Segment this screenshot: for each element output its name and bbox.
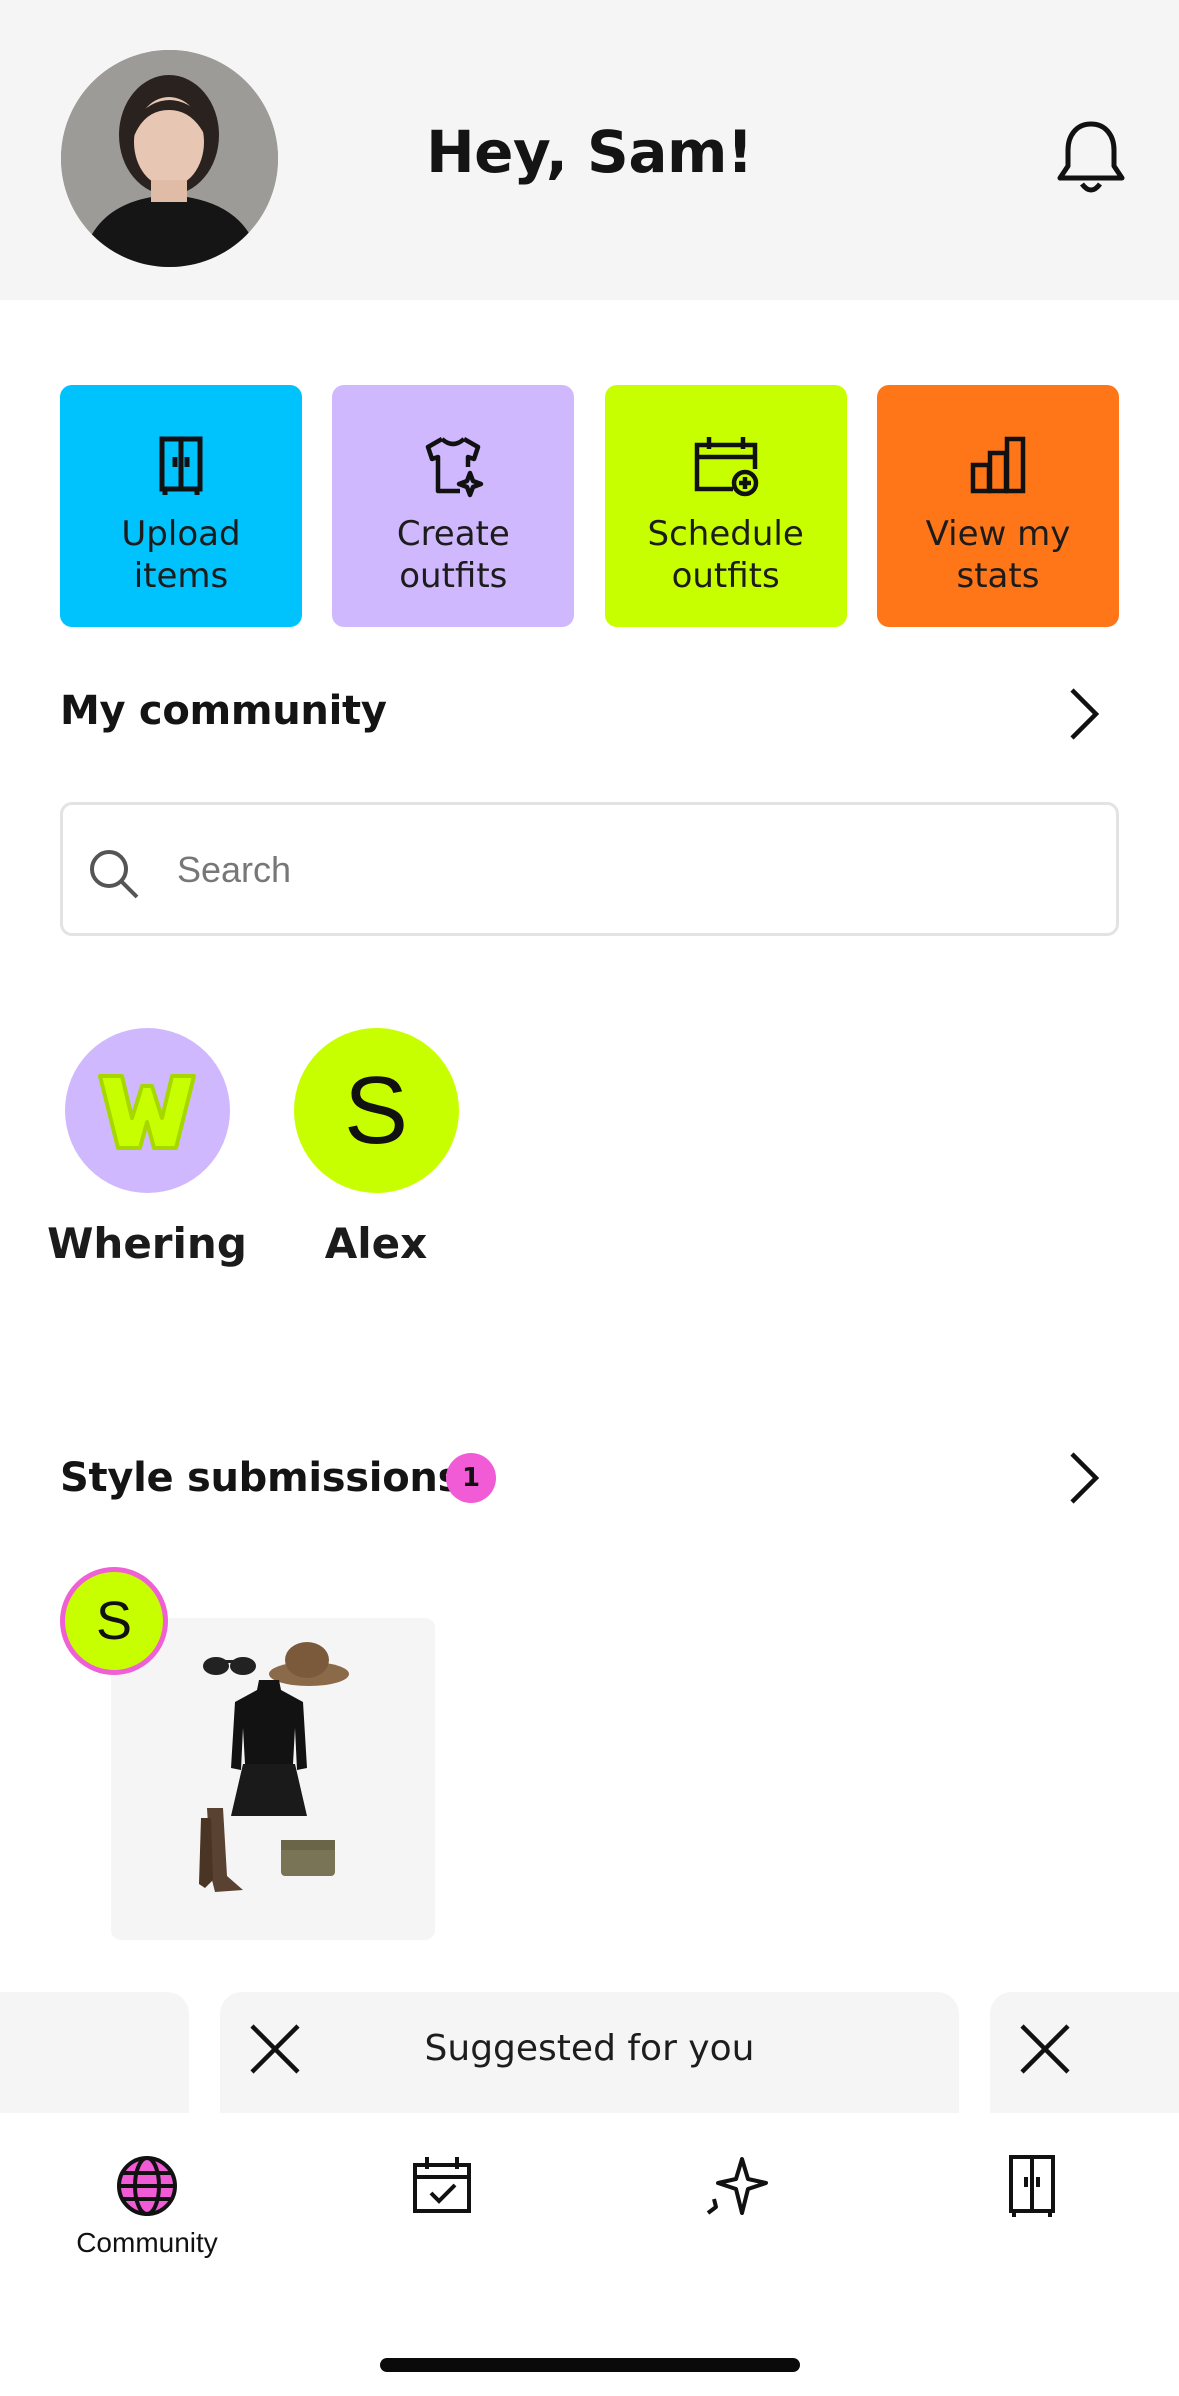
greeting: Hey, Sam! xyxy=(426,118,753,186)
close-icon[interactable] xyxy=(1018,2022,1072,2076)
member-name: Whering xyxy=(47,1219,247,1268)
suggestion-card-next[interactable] xyxy=(990,1992,1179,2122)
tab-styling[interactable] xyxy=(647,2153,827,2293)
community-member-alex[interactable]: S Alex xyxy=(276,1028,476,1268)
whering-logo-icon xyxy=(98,1073,196,1150)
header: Hey, Sam! xyxy=(0,0,1179,300)
action-label: View my stats xyxy=(925,514,1071,596)
submissions-count-badge: 1 xyxy=(446,1453,496,1503)
member-name: Alex xyxy=(324,1219,428,1268)
submitter-initial: S xyxy=(95,1591,133,1651)
chevron-right-icon[interactable] xyxy=(1062,684,1106,744)
quick-actions: Upload items Create outfits Schedule out… xyxy=(60,385,1119,627)
view-stats-button[interactable]: View my stats xyxy=(876,385,1119,627)
tab-wardrobe[interactable] xyxy=(942,2153,1122,2293)
calendar-add-icon xyxy=(694,437,758,497)
tab-community[interactable]: Community xyxy=(57,2153,237,2293)
bottom-tab-bar: Community xyxy=(0,2113,1179,2396)
community-member-whering[interactable]: Whering xyxy=(47,1028,247,1268)
schedule-outfits-button[interactable]: Schedule outfits xyxy=(604,385,847,627)
tab-label: Community xyxy=(76,2227,218,2258)
style-submission-card[interactable] xyxy=(111,1618,435,1940)
shirt-sparkle-icon xyxy=(426,437,484,498)
member-avatar: S xyxy=(293,1028,459,1193)
my-community-title: My community xyxy=(60,688,387,734)
suggestion-card-previous[interactable] xyxy=(0,1992,189,2122)
outfit-image xyxy=(199,1642,349,1892)
calendar-check-icon xyxy=(413,2157,471,2213)
suggested-title: Suggested for you xyxy=(424,2028,755,2069)
bar-chart-icon xyxy=(970,436,1026,494)
chevron-right-icon[interactable] xyxy=(1062,1448,1106,1508)
wardrobe-icon xyxy=(1009,2155,1055,2217)
community-search[interactable] xyxy=(60,802,1119,936)
tab-calendar[interactable] xyxy=(352,2153,532,2293)
notification-bell-icon[interactable] xyxy=(1056,120,1126,196)
sparkle-icon xyxy=(706,2157,768,2215)
home-indicator[interactable] xyxy=(380,2358,800,2372)
search-icon xyxy=(90,850,139,899)
globe-icon xyxy=(117,2156,177,2216)
action-label: Create outfits xyxy=(396,514,510,596)
member-avatar xyxy=(64,1028,230,1193)
upload-items-button[interactable]: Upload items xyxy=(60,385,302,627)
search-input[interactable] xyxy=(177,835,1077,905)
member-initial: S xyxy=(343,1056,409,1164)
suggestion-card[interactable]: Suggested for you xyxy=(220,1992,959,2122)
action-label: Upload items xyxy=(121,514,241,596)
create-outfits-button[interactable]: Create outfits xyxy=(332,385,575,627)
action-label: Schedule outfits xyxy=(647,514,804,596)
submitter-avatar[interactable]: S xyxy=(60,1567,168,1675)
wardrobe-icon xyxy=(159,436,203,495)
style-submissions-title: Style submissions xyxy=(60,1455,462,1501)
